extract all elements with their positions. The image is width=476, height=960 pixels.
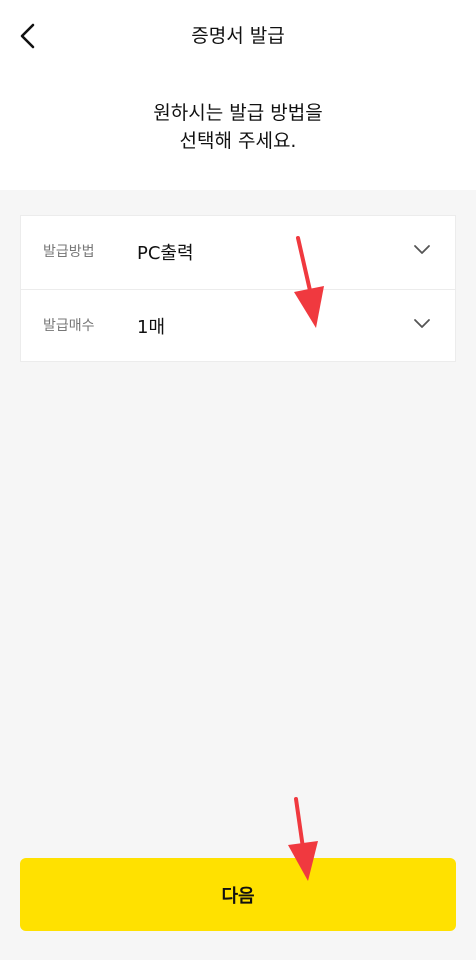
instruction-text: 원하시는 발급 방법을 선택해 주세요.	[0, 99, 476, 155]
chevron-down-icon	[414, 319, 430, 328]
issue-options-form: 발급방법 PC출력 발급매수 1매	[20, 215, 456, 362]
issue-count-label: 발급매수	[43, 318, 95, 334]
page-title: 증명서 발급	[191, 25, 285, 47]
header: 증명서 발급 원하시는 발급 방법을 선택해 주세요.	[0, 0, 476, 190]
instruction-line-1: 원하시는 발급 방법을	[153, 102, 323, 124]
issue-method-value: PC출력	[137, 243, 194, 264]
issue-count-select[interactable]: 발급매수 1매	[21, 289, 455, 362]
next-button[interactable]: 다음	[20, 858, 456, 931]
issue-method-select[interactable]: 발급방법 PC출력	[21, 216, 455, 289]
issue-method-label: 발급방법	[43, 244, 95, 260]
chevron-down-icon	[414, 245, 430, 254]
instruction-line-2: 선택해 주세요.	[179, 130, 297, 152]
certificate-issue-screen: 증명서 발급 원하시는 발급 방법을 선택해 주세요. 발급방법 PC출력 발급…	[0, 0, 476, 960]
issue-count-value: 1매	[137, 317, 166, 338]
